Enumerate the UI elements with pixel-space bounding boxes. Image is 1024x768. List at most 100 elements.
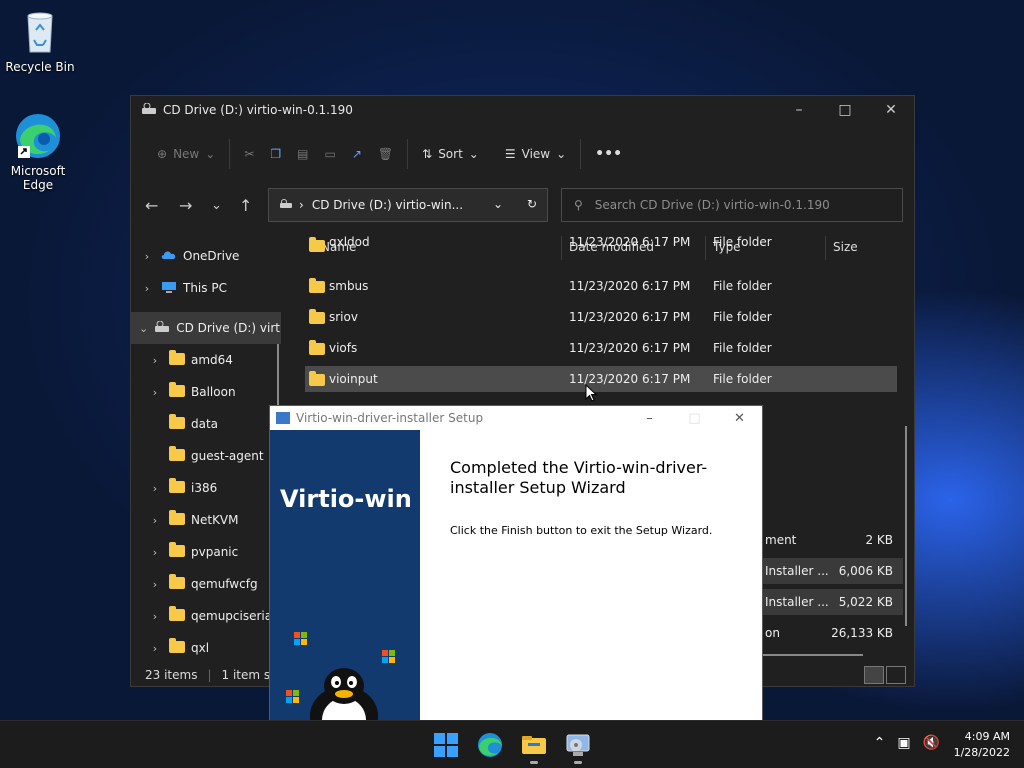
desktop-icon-edge[interactable]: Microsoft Edge [0,112,76,192]
refresh-icon[interactable]: ↻ [527,197,537,211]
share-button[interactable]: ↗ [344,137,370,171]
address-bar[interactable]: › CD Drive (D:) virtio-win... ⌄ ↻ [268,188,548,222]
divider [407,139,409,169]
chevron-right-icon[interactable]: › [147,514,163,527]
taskbar-installer-button[interactable] [562,729,594,764]
sidebar-item-label: amd64 [191,353,233,367]
sidebar-item[interactable]: ⌄ CD Drive (D:) virti [131,312,281,344]
clipboard-icon: ▤ [297,147,309,161]
minimize-button[interactable]: – [776,96,822,124]
file-row[interactable]: smbus 11/23/2020 6:17 PM File folder [305,273,897,299]
copy-button[interactable]: ❐ [262,137,289,171]
file-row[interactable]: ment 2 KB [763,527,903,553]
chevron-down-icon[interactable]: ⌄ [493,197,503,211]
edge-icon [14,112,62,160]
chevron-right-icon[interactable]: › [147,610,163,623]
more-options-button[interactable]: ••• [587,137,630,171]
share-icon: ↗ [351,147,362,161]
chevron-right-icon[interactable]: › [147,578,163,591]
file-row[interactable]: sriov 11/23/2020 6:17 PM File folder [305,304,897,330]
start-button[interactable] [430,729,462,761]
up-button[interactable]: ↑ [239,196,252,215]
wizard-message: Click the Finish button to exit the Setu… [450,524,713,537]
sidebar-item[interactable]: › qxl [131,632,281,664]
chevron-right-icon[interactable]: › [147,386,163,399]
sidebar-item[interactable]: › This PC [131,272,281,304]
sort-button[interactable]: ⇅ Sort ⌄ [414,137,487,171]
chevron-down-icon[interactable]: ⌄ [139,322,148,335]
divider [229,139,231,169]
sidebar-item-label: qemufwcfg [191,577,258,591]
search-box[interactable]: ⚲ Search CD Drive (D:) virtio-win-0.1.19… [561,188,903,222]
folder-icon [169,413,185,432]
file-type: File folder [713,279,772,293]
chevron-right-icon[interactable]: › [139,282,155,295]
file-type: Installer ... [765,595,829,609]
address-text: CD Drive (D:) virtio-win... [311,198,464,212]
sidebar-item[interactable]: › qemupciserial [131,600,281,632]
close-button[interactable]: ✕ [868,96,914,124]
sidebar-item-label: qxl [191,641,210,655]
desktop-icon-recycle-bin[interactable]: Recycle Bin [2,8,78,74]
maximize-button[interactable]: □ [822,96,868,124]
navigation-pane: › OneDrive › This PC ⌄ CD Drive (D:) virti › am… [131,236,281,668]
title-bar[interactable]: CD Drive (D:) virtio-win-0.1.190 – □ ✕ [131,96,914,124]
taskbar-file-explorer-button[interactable] [518,729,550,764]
folder-icon [169,637,185,656]
vertical-scrollbar[interactable] [905,426,907,626]
folder-icon [309,340,325,355]
file-row[interactable]: viofs 11/23/2020 6:17 PM File folder [305,335,897,361]
file-row[interactable]: Installer ... 5,022 KB [763,589,903,615]
title-bar[interactable]: Virtio-win-driver-installer Setup – □ ✕ [270,406,762,430]
sidebar-item-label: i386 [191,481,218,495]
clock-date: 1/28/2022 [953,746,1010,759]
wizard-banner: Virtio-win [270,430,420,726]
delete-button[interactable]: 🗑 [370,137,401,171]
sidebar-item[interactable]: › OneDrive [131,240,281,272]
file-row[interactable]: qxldod 11/23/2020 6:17 PM File folder [305,236,897,252]
volume-muted-icon[interactable]: 🔇 [923,735,940,751]
file-row[interactable]: Installer ... 6,006 KB [763,558,903,584]
chevron-right-icon[interactable]: › [147,482,163,495]
chevron-right-icon[interactable]: › [147,546,163,559]
close-button[interactable]: ✕ [717,406,762,430]
network-icon[interactable]: ▣ [897,735,910,751]
trash-icon: 🗑 [377,147,394,161]
mouse-cursor-icon [585,384,597,402]
paste-button[interactable]: ▤ [289,137,316,171]
chevron-right-icon[interactable]: › [147,354,163,367]
sidebar-item[interactable]: › pvpanic [131,536,281,568]
recent-locations-button[interactable]: ⌄ [211,198,222,213]
chevron-right-icon[interactable]: › [147,642,163,655]
file-row[interactable]: vioinput 11/23/2020 6:17 PM File folder [305,366,897,392]
sidebar-item[interactable]: guest-agent [131,440,281,472]
sidebar-item[interactable]: › amd64 [131,344,281,376]
sidebar-item-label: data [191,417,219,431]
minimize-button[interactable]: – [627,406,672,430]
sidebar-item[interactable]: › Balloon [131,376,281,408]
chevron-up-icon[interactable]: ⌃ [874,735,886,751]
details-view-button[interactable] [864,666,884,684]
file-date: 11/23/2020 6:17 PM [569,310,691,324]
sidebar-item[interactable]: › NetKVM [131,504,281,536]
folder-icon [169,445,185,464]
clock[interactable]: 4:09 AM 1/28/2022 [954,729,1010,761]
sidebar-item[interactable]: data [131,408,281,440]
file-row[interactable]: on 26,133 KB [763,620,903,646]
horizontal-scrollbar[interactable] [763,654,863,656]
sidebar-item[interactable]: › i386 [131,472,281,504]
forward-button[interactable]: → [179,196,192,215]
tiles-view-button[interactable] [886,666,906,684]
file-name: smbus [329,279,369,293]
chevron-right-icon[interactable]: › [139,250,155,263]
rename-button[interactable]: ▭ [316,137,343,171]
chevron-down-icon: ⌄ [205,147,216,161]
back-button[interactable]: ← [145,196,158,215]
view-button[interactable]: ☰ View ⌄ [497,137,574,171]
view-label: View [521,147,551,161]
cut-button[interactable]: ✂ [236,137,262,171]
taskbar-edge-button[interactable] [474,729,506,761]
folder-icon [309,309,325,324]
sidebar-item[interactable]: › qemufwcfg [131,568,281,600]
new-button[interactable]: ⊕ New ⌄ [149,137,223,171]
